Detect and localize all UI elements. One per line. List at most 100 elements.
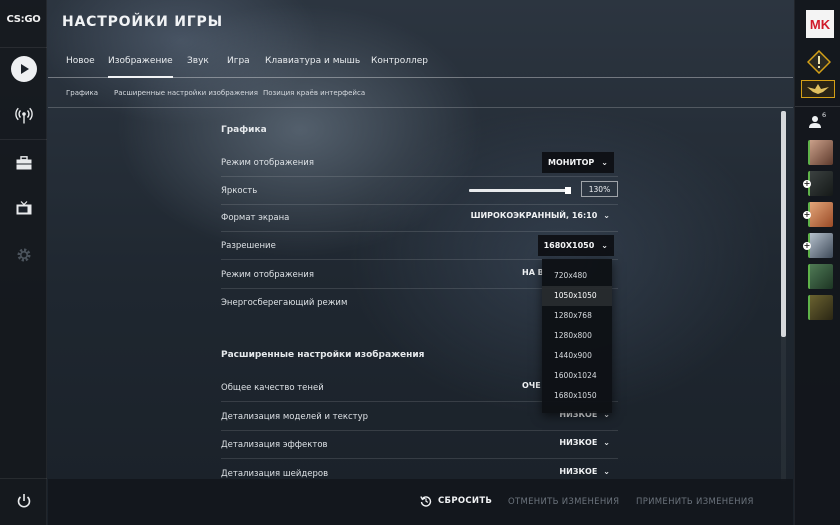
chevron-down-icon: ⌄	[601, 158, 608, 167]
select-value: ШИРОКОЭКРАННЫЙ, 16:10	[470, 211, 598, 220]
setting-row-display-mode: Режим отображения МОНИТОР ⌄	[221, 149, 618, 177]
chevron-down-icon: ⌄	[601, 241, 608, 250]
footer-bar: СБРОСИТЬ ОТМЕНИТЬ ИЗМЕНЕНИЯ ПРИМЕНИТЬ ИЗ…	[48, 479, 793, 525]
setting-label: Энергосберегающий режим	[221, 298, 348, 308]
friend-avatar[interactable]	[808, 233, 833, 258]
left-sidebar: CS:GO	[0, 0, 47, 525]
rail-divider	[795, 106, 840, 107]
effect-detail-select[interactable]: НИЗКОЕ ⌄	[559, 438, 610, 447]
invite-plus-icon[interactable]: +	[803, 211, 811, 219]
friend-avatar[interactable]	[808, 264, 833, 289]
dropdown-option[interactable]: 1050x1050	[542, 286, 612, 306]
person-icon	[809, 116, 821, 128]
subtab-graphics[interactable]: Графика	[66, 89, 98, 97]
right-sidebar: MK 6 + + +	[794, 0, 840, 525]
setting-label: Формат экрана	[221, 213, 290, 223]
reset-label: СБРОСИТЬ	[438, 496, 493, 506]
sidebar-divider	[0, 47, 47, 48]
aspect-ratio-select[interactable]: ШИРОКОЭКРАННЫЙ, 16:10 ⌄	[471, 211, 610, 220]
csgo-logo: CS:GO	[6, 14, 41, 25]
friends-count: 6	[822, 111, 827, 119]
tab-keyboard-mouse[interactable]: Клавиатура и мышь	[265, 56, 360, 78]
play-icon	[10, 56, 37, 82]
gear-icon	[17, 248, 30, 262]
section-title-graphics: Графика	[221, 125, 267, 135]
friend-avatar[interactable]	[808, 140, 833, 165]
sidebar-divider	[0, 139, 47, 140]
shader-detail-select[interactable]: НИЗКОЕ ⌄	[559, 467, 610, 476]
setting-row-aspect-ratio: Формат экрана ШИРОКОЭКРАННЫЙ, 16:10 ⌄	[221, 204, 618, 232]
tab-sound[interactable]: Звук	[187, 56, 209, 78]
dropdown-option[interactable]: 1600x1024	[542, 366, 612, 386]
dropdown-option[interactable]: 1280x768	[542, 306, 612, 326]
tab-controller[interactable]: Контроллер	[371, 56, 428, 78]
scrollbar-thumb[interactable]	[781, 111, 786, 337]
friend-avatar[interactable]	[808, 202, 833, 227]
setting-row-resolution: Разрешение 1680X1050 ⌄	[221, 232, 618, 260]
friends-button[interactable]: 6	[808, 111, 826, 133]
setting-label: Разрешение	[221, 241, 276, 251]
briefcase-icon	[16, 156, 31, 170]
rank-emblem[interactable]	[801, 80, 835, 98]
resolution-dropdown-menu: 720x480 1050x1050 1280x768 1280x800 1440…	[542, 259, 612, 413]
select-value: 1680X1050	[543, 241, 595, 250]
brightness-slider[interactable]	[469, 187, 571, 194]
chevron-down-icon: ⌄	[603, 438, 610, 447]
apply-changes-button[interactable]: ПРИМЕНИТЬ ИЗМЕНЕНИЯ	[636, 497, 754, 507]
slider-handle[interactable]	[565, 187, 571, 194]
sidebar-divider	[0, 478, 47, 479]
setting-label: Детализация шейдеров	[221, 469, 329, 479]
setting-label: Режим отображения	[221, 158, 314, 168]
select-value: НИЗКОЕ	[559, 467, 598, 476]
reset-button[interactable]: СБРОСИТЬ	[420, 495, 492, 507]
cancel-changes-button[interactable]: ОТМЕНИТЬ ИЗМЕНЕНИЯ	[508, 497, 619, 507]
tab-game[interactable]: Игра	[227, 56, 250, 78]
user-avatar[interactable]: MK	[806, 10, 834, 38]
friend-avatar[interactable]	[808, 295, 833, 320]
section-title-advanced: Расширенные настройки изображения	[221, 350, 425, 360]
tab-new[interactable]: Новое	[66, 56, 95, 78]
display-mode-select[interactable]: МОНИТОР ⌄	[542, 152, 614, 173]
tab-image[interactable]: Изображение	[108, 56, 173, 78]
chevron-down-icon: ⌄	[603, 211, 610, 220]
warning-icon	[806, 49, 832, 75]
invite-plus-icon[interactable]: +	[803, 242, 811, 250]
setting-label: Яркость	[221, 186, 258, 196]
setting-label: Детализация эффектов	[221, 440, 328, 450]
inventory-button[interactable]	[0, 143, 47, 183]
watch-button[interactable]	[0, 188, 47, 228]
setting-row-brightness: Яркость 130%	[221, 177, 618, 205]
select-value: НИЗКОЕ	[559, 438, 598, 447]
settings-subtabs: Графика Расширенные настройки изображени…	[48, 80, 793, 108]
settings-button[interactable]	[0, 235, 47, 275]
chevron-down-icon: ⌄	[603, 467, 610, 476]
friend-avatar[interactable]	[808, 171, 833, 196]
settings-tabs: Новое Изображение Звук Игра Клавиатура и…	[48, 52, 793, 78]
invite-plus-icon[interactable]: +	[803, 180, 811, 188]
dropdown-option[interactable]: 720x480	[542, 266, 612, 286]
subtab-hud-edges[interactable]: Позиция краёв интерфейса	[263, 89, 365, 97]
power-icon	[17, 494, 30, 508]
display-mode-2-select[interactable]: НА В	[522, 268, 544, 277]
tv-icon	[16, 201, 31, 215]
resolution-select[interactable]: 1680X1050 ⌄	[537, 235, 614, 256]
setting-label: Общее качество теней	[221, 383, 324, 393]
brightness-value-field[interactable]: 130%	[581, 181, 618, 197]
eagle-icon	[807, 84, 829, 94]
shadow-quality-select[interactable]: ОЧЕ	[522, 381, 541, 390]
reset-icon	[420, 496, 432, 507]
power-button[interactable]	[0, 481, 47, 521]
broadcast-icon	[14, 107, 33, 124]
dropdown-option[interactable]: 1440x900	[542, 346, 612, 366]
rank-badge[interactable]	[806, 49, 832, 78]
subtab-advanced[interactable]: Расширенные настройки изображения	[114, 89, 258, 97]
dropdown-option[interactable]: 1680x1050	[542, 386, 612, 406]
page-title: НАСТРОЙКИ ИГРЫ	[62, 14, 223, 30]
play-button[interactable]	[0, 49, 47, 89]
setting-label: Детализация моделей и текстур	[221, 412, 369, 422]
setting-label: Режим отображения	[221, 270, 314, 280]
setting-row-effect-detail: Детализация эффектов НИЗКОЕ ⌄	[221, 431, 618, 459]
select-value: МОНИТОР	[548, 158, 595, 167]
broadcast-button[interactable]	[0, 96, 47, 136]
dropdown-option[interactable]: 1280x800	[542, 326, 612, 346]
